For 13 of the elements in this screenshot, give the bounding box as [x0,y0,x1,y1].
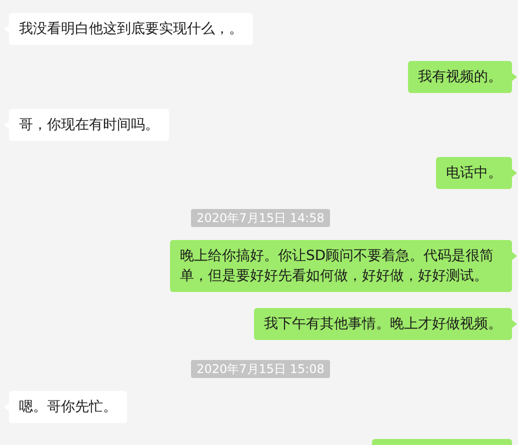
bubble-tail [512,252,517,260]
message-bubble: 我下午有其他事情。晚上才好做视频。 [254,308,512,340]
message-bubble: 哥，你现在有时间吗。 [9,109,169,141]
timestamp: 2020年7月15日 15:08 [190,360,330,378]
message-bubble: 我没看明白他这到底要实现什么，。 [9,13,253,45]
message-bubble: 我有视频的。 [408,61,512,93]
bubble-tail [512,73,517,81]
bubble-tail [512,320,517,328]
timestamp: 2020年7月15日 14:58 [190,209,330,227]
bubble-tail [512,169,517,177]
message-bubble: 嗯。哥你先忙。 [9,391,127,423]
message-bubble: 晚上给你搞好。你让SD顾问不要着急。代码是很简单，但是要好好先看如何做，好好做，好好测试。 [170,240,512,292]
message-bubble: 电话中。 [436,157,512,189]
